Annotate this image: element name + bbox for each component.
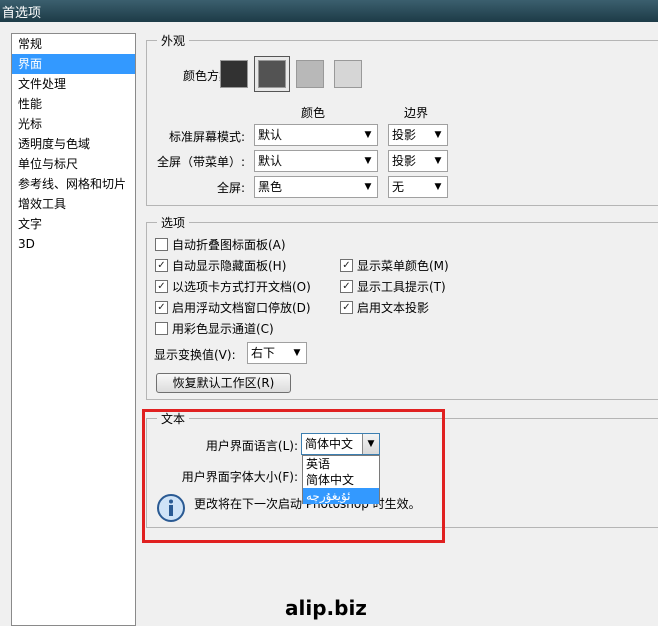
open-documents-as-tabs-checkbox[interactable]: ✓ 以选项卡方式打开文档(O) — [155, 278, 311, 295]
sidebar-item-plugins[interactable]: 增效工具 — [12, 194, 135, 214]
preferences-category-list[interactable]: 常规 界面 文件处理 性能 光标 透明度与色域 单位与标尺 参考线、网格和切片 … — [11, 33, 136, 626]
chevron-down-icon: ▼ — [364, 130, 372, 140]
checkbox-label: 启用浮动文档窗口停放(D) — [172, 301, 311, 315]
checkbox-box[interactable] — [155, 322, 168, 335]
fullscreen-menu-color-value: 默认 — [258, 154, 283, 168]
sidebar-item-3d[interactable]: 3D — [12, 234, 135, 254]
check-icon[interactable]: ✓ — [340, 259, 353, 272]
checkbox-box[interactable] — [155, 238, 168, 251]
enable-text-drop-shadows-checkbox[interactable]: ✓ 启用文本投影 — [340, 299, 429, 316]
chevron-down-icon: ▼ — [364, 182, 372, 192]
checkbox-label: 显示工具提示(T) — [357, 280, 446, 294]
auto-collapse-iconic-panels-checkbox[interactable]: 自动折叠图标面板(A) — [155, 236, 286, 253]
checkbox-label: 启用文本投影 — [357, 301, 430, 315]
sidebar-item-units-rulers[interactable]: 单位与标尺 — [12, 154, 135, 174]
color-scheme-swatch-dark[interactable] — [220, 60, 248, 88]
sidebar-item-file-handling[interactable]: 文件处理 — [12, 74, 135, 94]
show-transform-values-value: 右下 — [251, 346, 276, 360]
color-scheme-swatch-medium-light[interactable] — [296, 60, 324, 88]
sidebar-item-general[interactable]: 常规 — [12, 34, 135, 54]
check-icon[interactable]: ✓ — [155, 301, 168, 314]
fullscreen-color-value: 黑色 — [258, 180, 283, 194]
fullscreen-menu-border-value: 投影 — [392, 154, 417, 168]
chevron-down-icon: ▼ — [364, 156, 372, 166]
auto-show-hidden-panels-checkbox[interactable]: ✓ 自动显示隐藏面板(H) — [155, 257, 286, 274]
fullscreen-menu-border-select[interactable]: 投影 ▼ — [388, 150, 448, 172]
annotation-highlight-frame — [142, 409, 445, 543]
fullscreen-color-select[interactable]: 黑色 ▼ — [254, 176, 378, 198]
sidebar-item-interface[interactable]: 界面 — [12, 54, 135, 74]
fullscreen-menu-color-select[interactable]: 默认 ▼ — [254, 150, 378, 172]
sidebar-item-type[interactable]: 文字 — [12, 214, 135, 234]
restore-default-workspaces-button[interactable]: 恢复默认工作区(R) — [156, 373, 291, 393]
fullscreen-label: 全屏: — [216, 181, 245, 195]
sidebar-item-guides-grid-slices[interactable]: 参考线、网格和切片 — [12, 174, 135, 194]
check-icon[interactable]: ✓ — [340, 301, 353, 314]
column-header-border: 边界 — [404, 106, 429, 120]
standard-screen-border-value: 投影 — [392, 128, 417, 142]
show-transform-values-label: 显示变换值(V): — [154, 348, 236, 362]
appearance-legend: 外观 — [157, 32, 190, 49]
watermark: alip.biz — [285, 596, 367, 620]
checkbox-label: 自动折叠图标面板(A) — [172, 238, 286, 252]
fullscreen-border-select[interactable]: 无 ▼ — [388, 176, 448, 198]
checkbox-label: 自动显示隐藏面板(H) — [172, 259, 287, 273]
fullscreen-border-value: 无 — [392, 180, 405, 194]
options-legend: 选项 — [157, 214, 190, 231]
sidebar-item-transparency-gamut[interactable]: 透明度与色域 — [12, 134, 135, 154]
sidebar-item-performance[interactable]: 性能 — [12, 94, 135, 114]
checkbox-label: 显示菜单颜色(M) — [357, 259, 449, 273]
fullscreen-menu-label: 全屏（带菜单）: — [156, 155, 245, 169]
color-scheme-swatch-light[interactable] — [334, 60, 362, 88]
sidebar-item-cursors[interactable]: 光标 — [12, 114, 135, 134]
check-icon[interactable]: ✓ — [155, 259, 168, 272]
window-title: 首选项 — [2, 6, 42, 21]
chevron-down-icon: ▼ — [434, 156, 442, 166]
check-icon[interactable]: ✓ — [155, 280, 168, 293]
floating-document-docking-checkbox[interactable]: ✓ 启用浮动文档窗口停放(D) — [155, 299, 311, 316]
chevron-down-icon: ▼ — [434, 182, 442, 192]
standard-screen-color-value: 默认 — [258, 128, 283, 142]
show-transform-values-select[interactable]: 右下 ▼ — [247, 342, 307, 364]
column-header-color: 颜色 — [301, 106, 326, 120]
standard-screen-border-select[interactable]: 投影 ▼ — [388, 124, 448, 146]
show-menu-colors-checkbox[interactable]: ✓ 显示菜单颜色(M) — [340, 257, 449, 274]
chevron-down-icon: ▼ — [293, 348, 301, 358]
show-channels-in-color-checkbox[interactable]: 用彩色显示通道(C) — [155, 320, 274, 337]
checkbox-label: 以选项卡方式打开文档(O) — [172, 280, 311, 294]
standard-screen-color-select[interactable]: 默认 ▼ — [254, 124, 378, 146]
title-bar: 首选项 — [0, 0, 658, 22]
check-icon[interactable]: ✓ — [340, 280, 353, 293]
standard-screen-mode-label: 标准屏幕模式: — [168, 130, 245, 144]
show-tooltips-checkbox[interactable]: ✓ 显示工具提示(T) — [340, 278, 446, 295]
checkbox-label: 用彩色显示通道(C) — [172, 322, 274, 336]
chevron-down-icon: ▼ — [434, 130, 442, 140]
color-scheme-swatch-medium-dark[interactable] — [258, 60, 286, 88]
